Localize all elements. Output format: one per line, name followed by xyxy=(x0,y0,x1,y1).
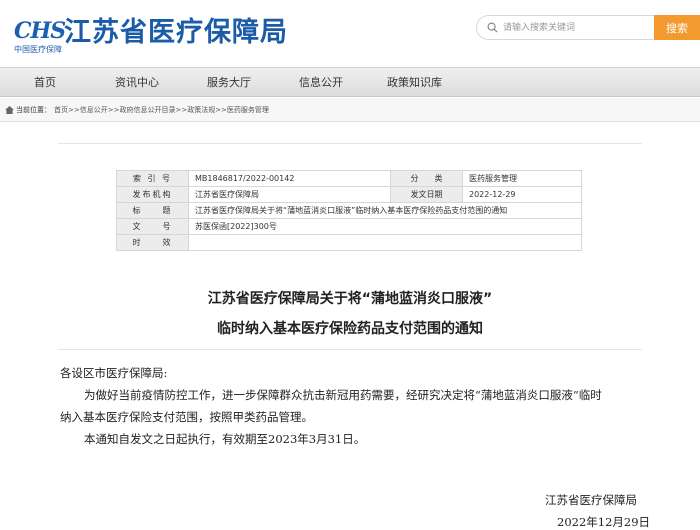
signature-agency: 江苏省医疗保障局 xyxy=(545,493,637,507)
category-value: 医药服务管理 xyxy=(462,170,582,187)
agency-value: 江苏省医疗保障局 xyxy=(188,186,391,203)
nav-item-home[interactable]: 首页 xyxy=(34,68,56,98)
breadcrumb-path[interactable]: 首页>>信息公开>>政府信息公开目录>>政策法规>>医药服务管理 xyxy=(54,98,269,122)
logo-subtitle: 中国医疗保障 xyxy=(14,45,62,54)
divider xyxy=(58,349,642,350)
document-metadata-table: 索 引 号 MB1846817/2022-00142 分 类 医药服务管理 发布… xyxy=(116,170,582,251)
validity-value xyxy=(188,234,582,251)
paragraph-1-line-2: 纳入基本医疗保险支付范围，按照甲类药品管理。 xyxy=(60,410,313,424)
docno-label: 文 号 xyxy=(116,218,189,235)
chs-logo[interactable]: CHS 中国医疗保障 xyxy=(6,10,66,54)
date-value: 2022-12-29 xyxy=(462,186,582,203)
document-title-line2: 临时纳入基本医疗保险药品支付范围的通知 xyxy=(217,321,483,337)
paragraph-2: 本通知自发文之日起执行，有效期至2023年3月31日。 xyxy=(84,432,366,446)
title-value: 江苏省医疗保障局关于将“蒲地蓝消炎口服液”临时纳入基本医疗保险药品支付范围的通知 xyxy=(188,202,582,219)
nav-item-news[interactable]: 资讯中心 xyxy=(115,68,159,98)
title-label: 标 题 xyxy=(116,202,189,219)
site-title[interactable]: 江苏省医疗保障局 xyxy=(64,10,288,49)
table-row: 时 效 xyxy=(116,234,582,251)
agency-label: 发布机构 xyxy=(116,186,189,203)
category-label: 分 类 xyxy=(390,170,463,187)
search-input[interactable] xyxy=(503,18,651,38)
nav-item-services[interactable]: 服务大厅 xyxy=(207,68,251,98)
docno-value: 苏医保函[2022]300号 xyxy=(188,218,582,235)
table-row: 标 题 江苏省医疗保障局关于将“蒲地蓝消炎口服液”临时纳入基本医疗保险药品支付范… xyxy=(116,202,582,219)
nav-item-disclosure[interactable]: 信息公开 xyxy=(299,68,343,98)
nav-item-policy-library[interactable]: 政策知识库 xyxy=(387,68,442,98)
main-nav: 首页 资讯中心 服务大厅 信息公开 政策知识库 xyxy=(0,67,700,97)
breadcrumb: 当前位置： 首页>>信息公开>>政府信息公开目录>>政策法规>>医药服务管理 xyxy=(0,98,700,122)
site-header: CHS 中国医疗保障 江苏省医疗保障局 搜索 xyxy=(0,0,700,66)
index-label: 索 引 号 xyxy=(116,170,189,187)
home-icon xyxy=(5,106,14,114)
document-title-line1: 江苏省医疗保障局关于将“蒲地蓝消炎口服液” xyxy=(207,291,493,307)
signature-date: 2022年12月29日 xyxy=(557,515,651,529)
table-row: 文 号 苏医保函[2022]300号 xyxy=(116,218,582,235)
date-label: 发文日期 xyxy=(390,186,463,203)
salutation: 各设区市医疗保障局: xyxy=(60,366,168,380)
table-row: 索 引 号 MB1846817/2022-00142 分 类 医药服务管理 xyxy=(116,170,582,187)
paragraph-1-line-1: 为做好当前疫情防控工作，进一步保障群众抗击新冠用药需要，经研究决定将“蒲地蓝消炎… xyxy=(84,388,602,402)
search-icon xyxy=(487,22,498,33)
logo-abbr: CHS xyxy=(14,18,66,44)
search-button[interactable]: 搜索 xyxy=(654,15,700,40)
index-value: MB1846817/2022-00142 xyxy=(188,170,391,187)
divider xyxy=(58,143,642,144)
validity-label: 时 效 xyxy=(116,234,189,251)
breadcrumb-label: 当前位置： xyxy=(16,106,51,114)
table-row: 发布机构 江苏省医疗保障局 发文日期 2022-12-29 xyxy=(116,186,582,203)
search-box xyxy=(476,15,654,40)
